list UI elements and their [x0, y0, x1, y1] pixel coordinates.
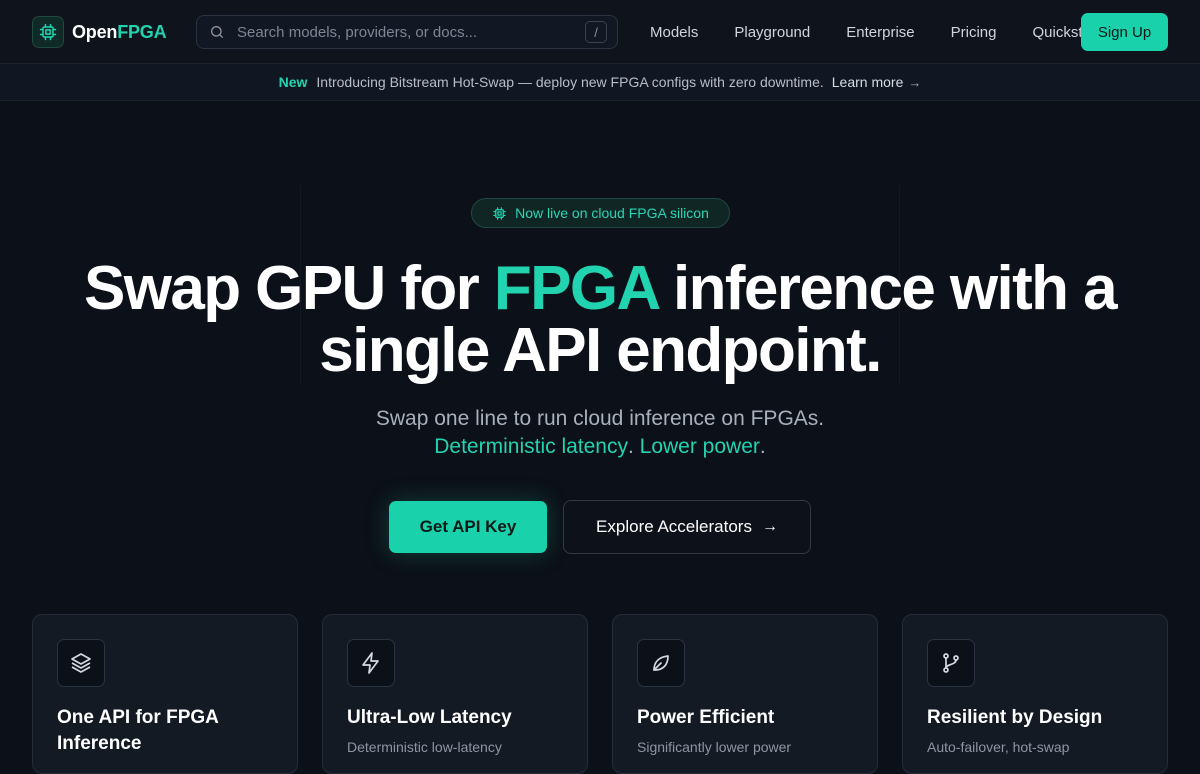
- feature-desc: Deterministic low-latency: [347, 739, 502, 755]
- top-navbar: OpenFPGA / Models Playground Enterprise …: [0, 0, 1200, 64]
- announcement-message: Introducing Bitstream Hot-Swap — deploy …: [316, 74, 824, 90]
- learn-more-label: Learn more: [831, 74, 904, 90]
- arrow-right-icon: →: [761, 518, 778, 535]
- logo[interactable]: OpenFPGA: [32, 16, 167, 48]
- feature-card-power-efficient[interactable]: Power Efficient Significantly lower powe…: [612, 614, 878, 774]
- hero-title-highlight: FPGA: [493, 254, 659, 323]
- subtitle-highlight-power: Lower power: [639, 435, 760, 458]
- search-bar[interactable]: /: [196, 15, 618, 49]
- announcement-bar: New Introducing Bitstream Hot-Swap — dep…: [0, 64, 1200, 101]
- status-pill: Now live on cloud FPGA silicon: [471, 198, 730, 228]
- feature-title: Resilient by Design: [927, 707, 1103, 728]
- search-icon: [209, 24, 225, 40]
- search-input[interactable]: [237, 23, 585, 41]
- logo-text: OpenFPGA: [72, 21, 167, 42]
- leaf-icon: [637, 639, 685, 687]
- explore-accelerators-label: Explore Accelerators: [596, 517, 752, 536]
- nav-links: Models Playground Enterprise Pricing Qui…: [638, 0, 1124, 64]
- lightning-icon: [347, 639, 395, 687]
- chip-icon: [492, 206, 507, 221]
- hero-subtitle: Swap one line to run cloud inference on …: [375, 407, 825, 458]
- sign-up-button[interactable]: Sign Up: [1081, 13, 1168, 51]
- arrow-right-icon: →: [908, 74, 922, 90]
- nav-link-pricing[interactable]: Pricing: [951, 24, 997, 41]
- new-badge: New: [278, 74, 308, 90]
- feature-card-resilient[interactable]: Resilient by Design Auto-failover, hot-s…: [902, 614, 1168, 774]
- feature-card-low-latency[interactable]: Ultra-Low Latency Deterministic low-late…: [322, 614, 588, 774]
- feature-card-one-api[interactable]: One API for FPGA Inference: [32, 614, 298, 774]
- status-pill-label: Now live on cloud FPGA silicon: [515, 205, 709, 221]
- git-branch-icon: [927, 639, 975, 687]
- nav-link-models[interactable]: Models: [650, 24, 698, 41]
- chip-icon: [32, 16, 64, 48]
- layers-icon: [57, 639, 105, 687]
- explore-accelerators-button[interactable]: Explore Accelerators →: [563, 500, 811, 554]
- get-api-key-button[interactable]: Get API Key: [389, 501, 547, 553]
- feature-desc: Significantly lower power: [637, 739, 792, 755]
- feature-title: Ultra-Low Latency: [347, 707, 512, 728]
- nav-link-playground[interactable]: Playground: [734, 24, 810, 41]
- feature-desc: Auto-failover, hot-swap: [927, 739, 1070, 755]
- subtitle-highlight-latency: Deterministic latency: [434, 435, 628, 458]
- hero-title: Swap GPU for FPGA inference with a singl…: [84, 254, 1118, 385]
- learn-more-link[interactable]: Learn more →: [832, 74, 922, 90]
- feature-title: Power Efficient: [637, 707, 775, 728]
- nav-link-enterprise[interactable]: Enterprise: [846, 24, 914, 41]
- search-shortcut-key: /: [585, 21, 607, 43]
- feature-title: One API for FPGA Inference: [57, 707, 219, 754]
